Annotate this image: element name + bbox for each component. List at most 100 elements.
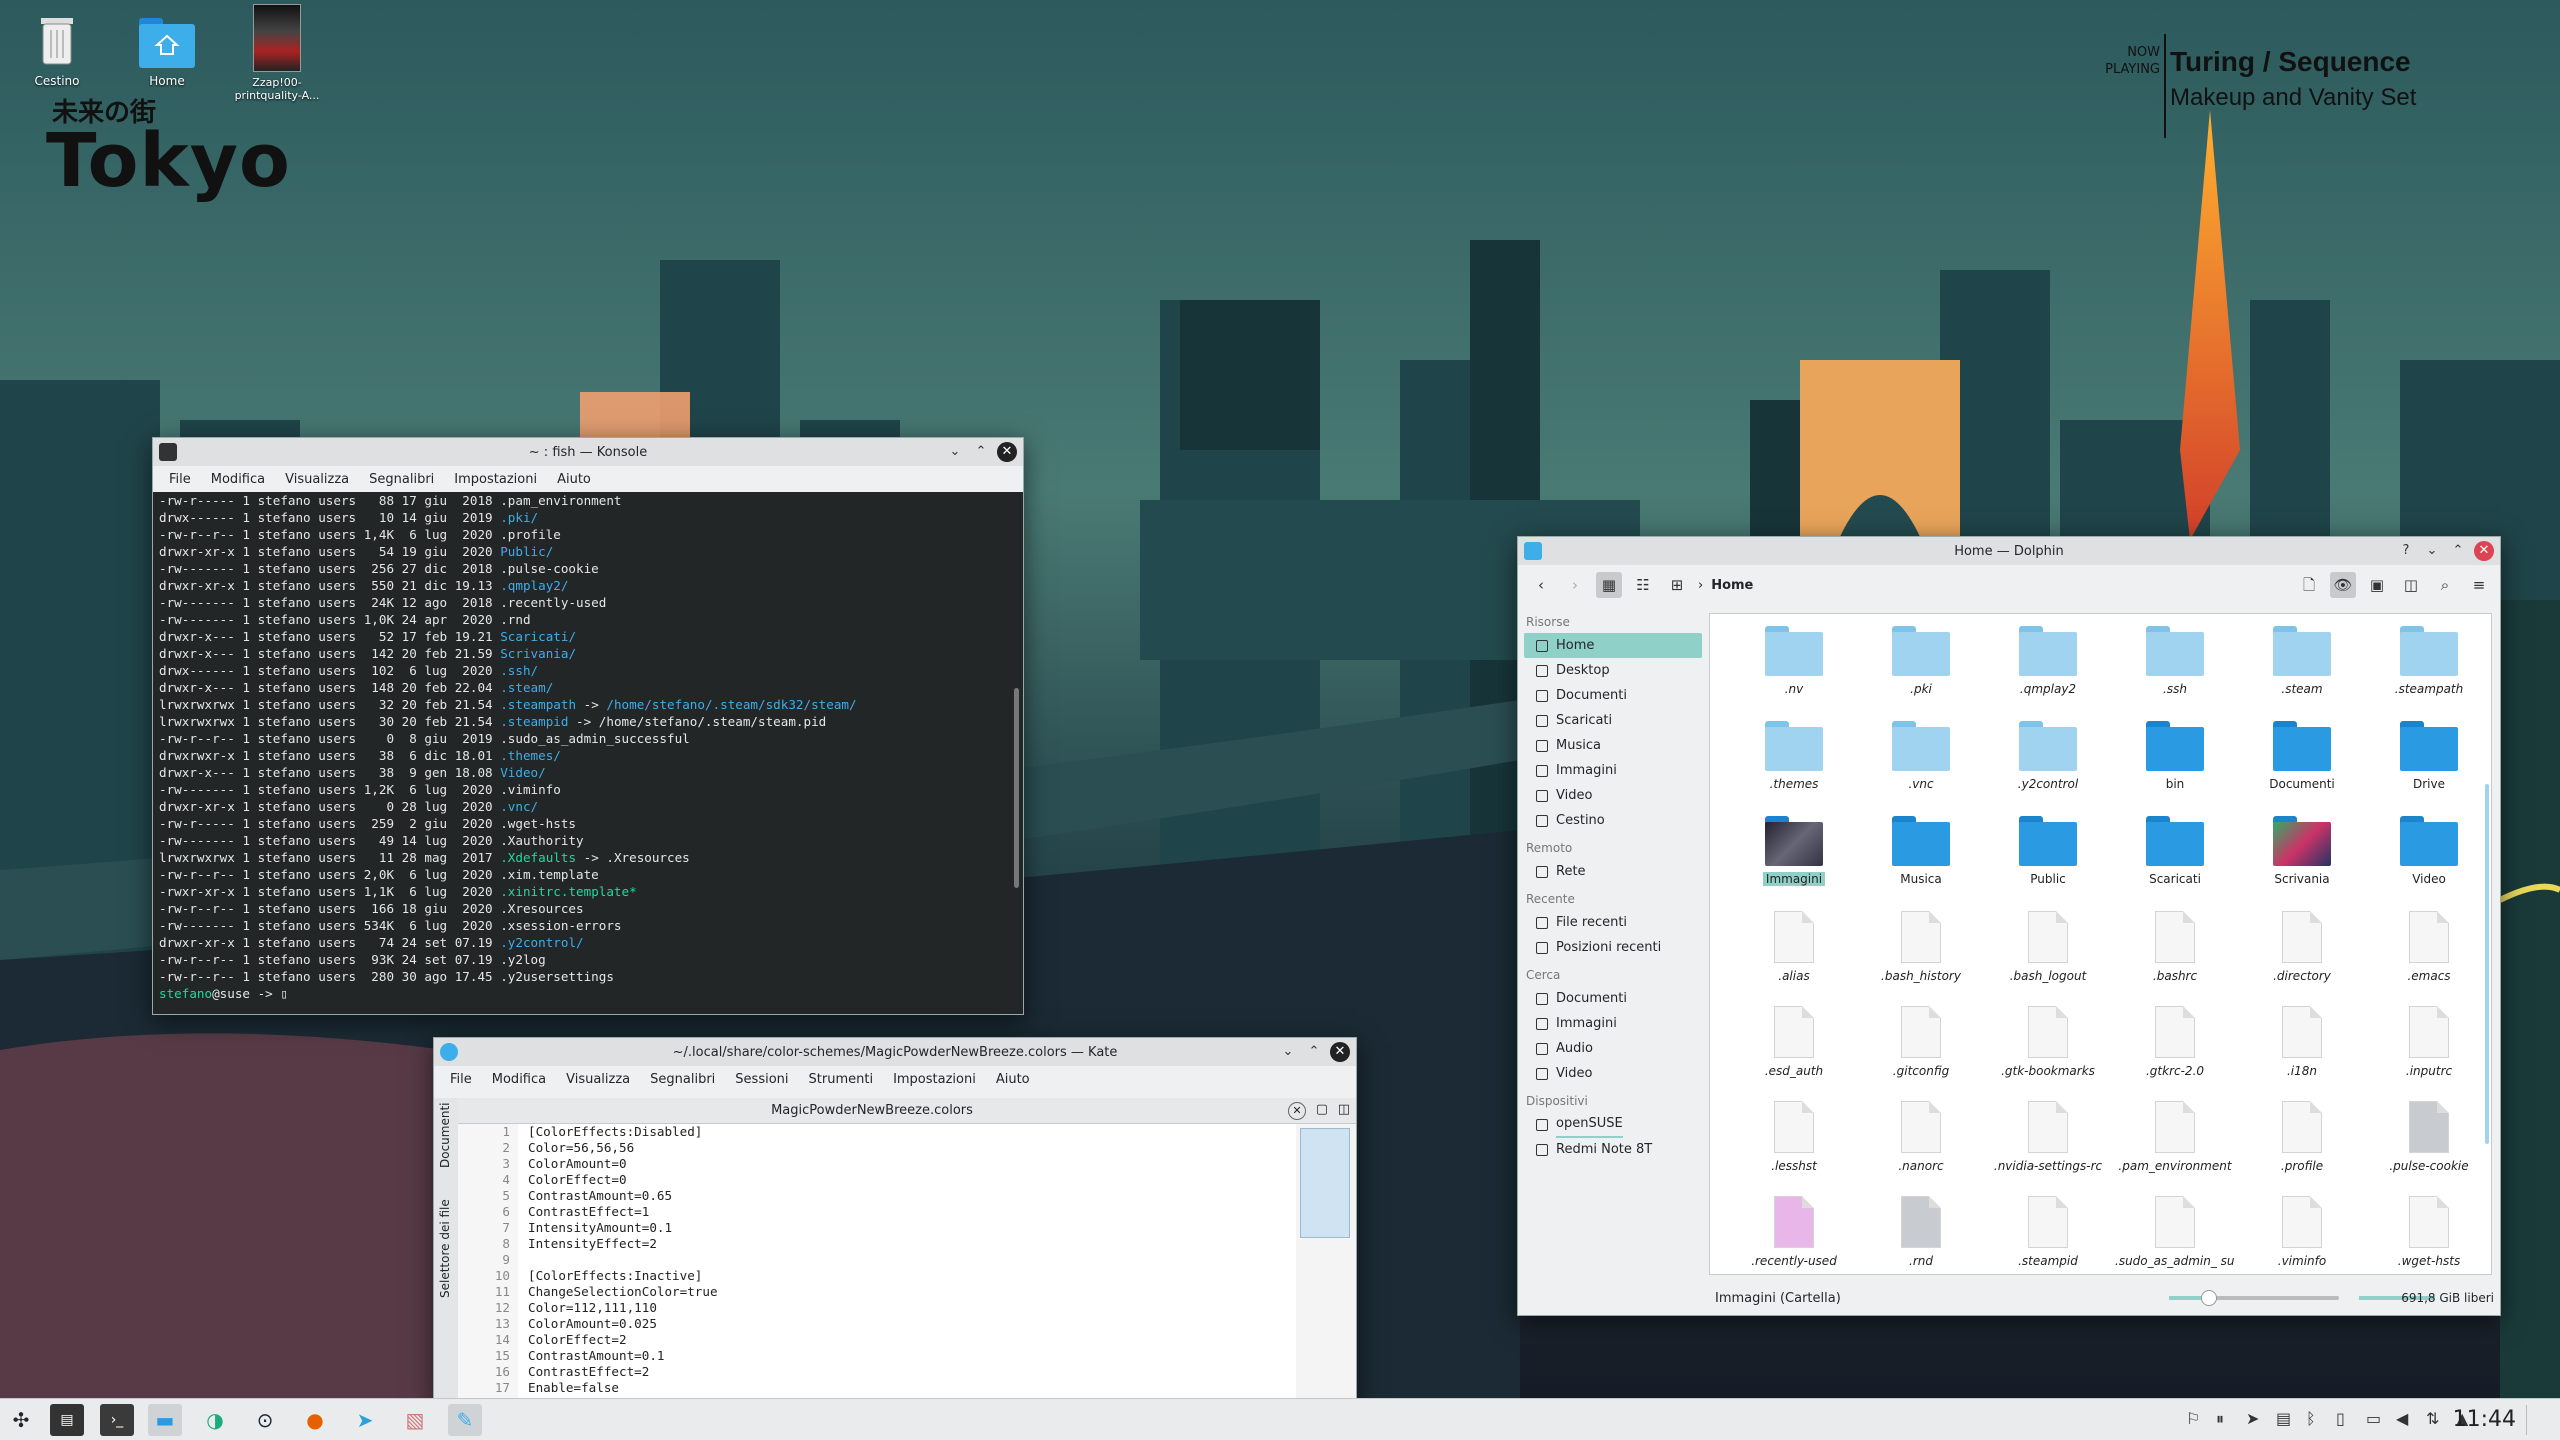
terminal-icon[interactable]: ▣ bbox=[2364, 572, 2390, 598]
file-item[interactable]: .vnc bbox=[1861, 721, 1981, 791]
menu-file[interactable]: File bbox=[159, 472, 201, 487]
breadcrumb[interactable]: Home bbox=[1711, 578, 1753, 593]
file-item[interactable]: .recently-used bbox=[1734, 1196, 1854, 1268]
clock[interactable]: 11:44 bbox=[2453, 1407, 2516, 1432]
minimize-icon[interactable]: ⌄ bbox=[2422, 541, 2442, 561]
menu-segnalibri[interactable]: Segnalibri bbox=[640, 1072, 725, 1087]
file-item[interactable]: .rnd bbox=[1861, 1196, 1981, 1268]
file-item[interactable]: .steam bbox=[2242, 626, 2362, 696]
dolphin-window[interactable]: Home — Dolphin ? ⌄ ⌃ ✕ ‹ › ▦ ☷ ⊞ › Home … bbox=[1517, 536, 2501, 1316]
file-item[interactable]: .pam_environment bbox=[2115, 1101, 2235, 1173]
compact-view-icon[interactable]: ☷ bbox=[1630, 572, 1656, 598]
file-item[interactable]: .bashrc bbox=[2115, 911, 2235, 983]
search-icon[interactable]: ⌕ bbox=[2432, 572, 2458, 598]
preview-icon[interactable]: 👁 bbox=[2330, 572, 2356, 598]
image-viewer-task-icon[interactable]: ▧ bbox=[398, 1404, 432, 1436]
menu-impostazioni[interactable]: Impostazioni bbox=[883, 1072, 986, 1087]
sidebar-tab-documenti[interactable]: Documenti bbox=[438, 1102, 452, 1168]
maximize-icon[interactable]: ⌃ bbox=[1304, 1042, 1324, 1062]
desktop-icon-home[interactable]: Home bbox=[112, 10, 222, 88]
file-item[interactable]: .pki bbox=[1861, 626, 1981, 696]
places-item-video[interactable]: Video bbox=[1524, 1061, 1702, 1086]
places-item-documenti[interactable]: Documenti bbox=[1524, 986, 1702, 1011]
steam-task-icon[interactable]: ⊙ bbox=[248, 1404, 282, 1436]
sidebar-tab-file-selector[interactable]: Selettore dei file bbox=[438, 1199, 452, 1298]
help-icon[interactable]: ? bbox=[2396, 541, 2416, 561]
menu-impostazioni[interactable]: Impostazioni bbox=[444, 472, 547, 487]
maximize-icon[interactable]: ⌃ bbox=[971, 442, 991, 462]
dolphin-task-icon[interactable]: ▬ bbox=[148, 1404, 182, 1436]
menu-file[interactable]: File bbox=[440, 1072, 482, 1087]
file-item[interactable]: Musica bbox=[1861, 816, 1981, 886]
document-tab[interactable]: MagicPowderNewBreeze.colors bbox=[458, 1098, 1286, 1124]
file-item[interactable]: bin bbox=[2115, 721, 2235, 791]
file-item[interactable]: .pulse-cookie bbox=[2369, 1101, 2489, 1173]
file-item[interactable]: .directory bbox=[2242, 911, 2362, 983]
places-item-audio[interactable]: Audio bbox=[1524, 1036, 1702, 1061]
file-item[interactable]: .gtkrc-2.0 bbox=[2115, 1006, 2235, 1078]
desktop-icon-image[interactable]: Zzap!00-printquality-A... bbox=[222, 4, 332, 102]
file-item[interactable]: .bash_logout bbox=[1988, 911, 2108, 983]
new-tab-icon[interactable]: ▢ bbox=[1316, 1102, 1328, 1117]
file-item[interactable]: .i18n bbox=[2242, 1006, 2362, 1078]
details-view-icon[interactable]: ⊞ bbox=[1664, 572, 1690, 598]
file-item[interactable]: .themes bbox=[1734, 721, 1854, 791]
file-item[interactable]: .qmplay2 bbox=[1988, 626, 2108, 696]
file-item[interactable]: .wget-hsts bbox=[2369, 1196, 2489, 1268]
file-item[interactable]: .y2control bbox=[1988, 721, 2108, 791]
split-icon[interactable]: ◫ bbox=[2398, 572, 2424, 598]
dolphin-titlebar[interactable]: Home — Dolphin ? ⌄ ⌃ ✕ bbox=[1518, 537, 2500, 565]
display-icon[interactable]: ▭ bbox=[2366, 1409, 2381, 1428]
menu-segnalibri[interactable]: Segnalibri bbox=[359, 472, 444, 487]
file-item[interactable]: .sudo_as_admin_ successful bbox=[2115, 1196, 2235, 1268]
code-text[interactable]: [ColorEffects:Disabled] Color=56,56,56 C… bbox=[528, 1124, 718, 1396]
close-tab-icon[interactable]: ✕ bbox=[1288, 1102, 1306, 1120]
minimize-icon[interactable]: ⌄ bbox=[1278, 1042, 1298, 1062]
file-item[interactable]: .gtk-bookmarks bbox=[1988, 1006, 2108, 1078]
menu-modifica[interactable]: Modifica bbox=[201, 472, 275, 487]
close-icon[interactable]: ✕ bbox=[997, 442, 1017, 462]
maximize-icon[interactable]: ⌃ bbox=[2448, 541, 2468, 561]
telegram-task-icon[interactable]: ➤ bbox=[348, 1404, 382, 1436]
close-icon[interactable]: ✕ bbox=[1330, 1042, 1350, 1062]
file-item[interactable]: .emacs bbox=[2369, 911, 2489, 983]
places-item-scaricati[interactable]: Scaricati bbox=[1524, 708, 1702, 733]
app-launcher-icon[interactable]: ✣ bbox=[4, 1404, 38, 1436]
file-item[interactable]: Video bbox=[2369, 816, 2489, 886]
network-icon[interactable]: ⇅ bbox=[2426, 1409, 2439, 1428]
bluetooth-icon[interactable]: ᛒ bbox=[2306, 1409, 2316, 1428]
file-item[interactable]: .nanorc bbox=[1861, 1101, 1981, 1173]
places-item-immagini[interactable]: Immagini bbox=[1524, 758, 1702, 783]
volume-icon[interactable]: ◀ bbox=[2396, 1409, 2408, 1428]
show-desktop-icon[interactable] bbox=[2526, 1405, 2554, 1435]
clipboard-icon[interactable]: ▤ bbox=[2276, 1409, 2291, 1428]
konsole-titlebar[interactable]: ~ : fish — Konsole ⌄ ⌃ ✕ bbox=[153, 438, 1023, 466]
file-item[interactable]: .viminfo bbox=[2242, 1196, 2362, 1268]
places-item-immagini[interactable]: Immagini bbox=[1524, 1011, 1702, 1036]
places-item-file-recenti[interactable]: File recenti bbox=[1524, 910, 1702, 935]
places-item-rete[interactable]: Rete bbox=[1524, 859, 1702, 884]
places-item-musica[interactable]: Musica bbox=[1524, 733, 1702, 758]
minimize-icon[interactable]: ⌄ bbox=[945, 442, 965, 462]
menu-aiuto[interactable]: Aiuto bbox=[986, 1072, 1040, 1087]
file-item[interactable]: Documenti bbox=[2242, 721, 2362, 791]
vpn-task-icon[interactable]: ◑ bbox=[198, 1404, 232, 1436]
terminal-prompt[interactable]: stefano@suse -> ▯ bbox=[159, 985, 1017, 1002]
file-item[interactable]: .esd_auth bbox=[1734, 1006, 1854, 1078]
zoom-slider-handle[interactable] bbox=[2201, 1290, 2217, 1306]
file-item[interactable]: .alias bbox=[1734, 911, 1854, 983]
code-editor[interactable]: 1 2 3 4 5 6 7 8 9 10 11 12 13 14 15 16 1… bbox=[458, 1124, 1356, 1404]
menu-visualizza[interactable]: Visualizza bbox=[275, 472, 359, 487]
file-item[interactable]: Public bbox=[1988, 816, 2108, 886]
close-icon[interactable]: ✕ bbox=[2474, 541, 2494, 561]
menu-aiuto[interactable]: Aiuto bbox=[547, 472, 601, 487]
places-item-home[interactable]: Home bbox=[1524, 633, 1702, 658]
menu-visualizza[interactable]: Visualizza bbox=[556, 1072, 640, 1087]
minimap[interactable] bbox=[1296, 1124, 1356, 1404]
file-item[interactable]: .steampath bbox=[2369, 626, 2489, 696]
kate-window[interactable]: ~/.local/share/color-schemes/MagicPowder… bbox=[433, 1037, 1357, 1405]
places-item-desktop[interactable]: Desktop bbox=[1524, 658, 1702, 683]
file-item[interactable]: .nvidia-settings-rc bbox=[1988, 1101, 2108, 1173]
places-item-video[interactable]: Video bbox=[1524, 783, 1702, 808]
kate-titlebar[interactable]: ~/.local/share/color-schemes/MagicPowder… bbox=[434, 1038, 1356, 1066]
